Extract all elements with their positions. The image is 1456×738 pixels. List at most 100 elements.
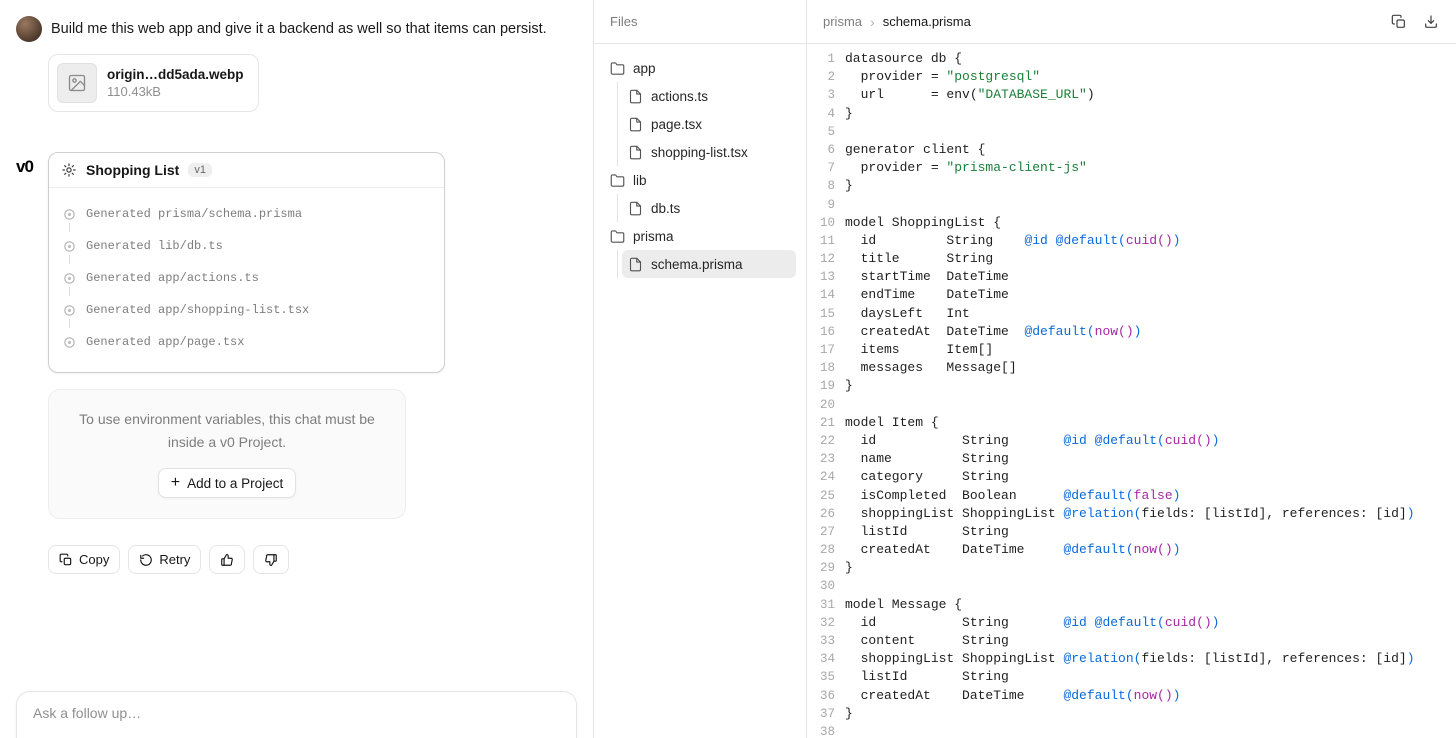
- thumbs-down-button[interactable]: [253, 545, 289, 574]
- code-line: 2 provider = "postgresql": [807, 68, 1456, 86]
- tree-file-shopping-list.tsx[interactable]: shopping-list.tsx: [622, 138, 796, 166]
- tree-file-actions.ts[interactable]: actions.ts: [622, 82, 796, 110]
- tree-folder-prisma[interactable]: prisma: [604, 222, 796, 250]
- code-line: 16 createdAt DateTime @default(now()): [807, 323, 1456, 341]
- v0-logo: v0: [16, 152, 48, 373]
- task-card-header[interactable]: Shopping List v1: [49, 153, 444, 188]
- code-line-content: title String: [835, 250, 993, 268]
- code-line: 9: [807, 196, 1456, 214]
- line-number: 19: [807, 377, 835, 395]
- breadcrumb-current[interactable]: schema.prisma: [883, 14, 971, 29]
- code-line-content: provider = "postgresql": [835, 68, 1040, 86]
- retry-label: Retry: [159, 552, 190, 567]
- copy-code-button[interactable]: [1390, 13, 1408, 31]
- tree-file-schema.prisma[interactable]: schema.prisma: [622, 250, 796, 278]
- folder-label: app: [633, 61, 656, 76]
- tree-file-page.tsx[interactable]: page.tsx: [622, 110, 796, 138]
- code-line: 15 daysLeft Int: [807, 305, 1456, 323]
- step-circle-icon: [63, 208, 76, 221]
- code-line-content: content String: [835, 632, 1009, 650]
- line-number: 26: [807, 505, 835, 523]
- code-line: 10model ShoppingList {: [807, 214, 1456, 232]
- user-message: Build me this web app and give it a back…: [16, 16, 577, 42]
- line-number: 13: [807, 268, 835, 286]
- line-number: 3: [807, 86, 835, 104]
- step-circle-icon: [63, 336, 76, 349]
- thumbs-up-button[interactable]: [209, 545, 245, 574]
- copy-button[interactable]: Copy: [48, 545, 120, 574]
- task-step[interactable]: Generated app/page.tsx: [49, 326, 444, 358]
- attachment-name: origin…dd5ada.webp: [107, 67, 244, 82]
- tree-folder-app[interactable]: app: [604, 54, 796, 82]
- line-number: 17: [807, 341, 835, 359]
- file-label: page.tsx: [651, 117, 702, 132]
- line-number: 36: [807, 687, 835, 705]
- code-line-content: shoppingList ShoppingList @relation(fiel…: [835, 650, 1415, 668]
- line-number: 4: [807, 105, 835, 123]
- tree-folder-lib[interactable]: lib: [604, 166, 796, 194]
- line-number: 11: [807, 232, 835, 250]
- project-notice-text: To use environment variables, this chat …: [71, 408, 383, 454]
- tree-children: db.ts: [617, 194, 796, 222]
- code-line-content: [835, 396, 845, 414]
- retry-icon: [139, 553, 153, 567]
- code-line-content: startTime DateTime: [835, 268, 1009, 286]
- code-line-content: id String @id @default(cuid()): [835, 232, 1180, 250]
- line-number: 32: [807, 614, 835, 632]
- attachment-size: 110.43kB: [107, 84, 244, 99]
- code-line-content: [835, 196, 845, 214]
- code-line-content: model ShoppingList {: [835, 214, 1001, 232]
- code-line: 8}: [807, 177, 1456, 195]
- breadcrumb-parent[interactable]: prisma: [823, 14, 862, 29]
- code-line-content: endTime DateTime: [835, 286, 1009, 304]
- image-icon: [67, 73, 87, 93]
- code-line-content: [835, 723, 845, 738]
- code-line: 3 url = env("DATABASE_URL"): [807, 86, 1456, 104]
- code-line-content: listId String: [835, 523, 1009, 541]
- task-step[interactable]: Generated lib/db.ts: [49, 230, 444, 262]
- line-number: 6: [807, 141, 835, 159]
- thumbs-down-icon: [264, 553, 278, 567]
- code-line: 25 isCompleted Boolean @default(false): [807, 487, 1456, 505]
- chevron-right-icon: ›: [867, 14, 878, 30]
- code-line: 37}: [807, 705, 1456, 723]
- download-button[interactable]: [1422, 13, 1440, 31]
- file-icon: [628, 201, 643, 216]
- task-step[interactable]: Generated app/shopping-list.tsx: [49, 294, 444, 326]
- files-panel-title: Files: [610, 14, 637, 29]
- add-to-project-button[interactable]: + Add to a Project: [158, 468, 296, 498]
- add-to-project-label: Add to a Project: [187, 476, 283, 491]
- task-step[interactable]: Generated app/actions.ts: [49, 262, 444, 294]
- line-number: 18: [807, 359, 835, 377]
- line-number: 34: [807, 650, 835, 668]
- message-actions: Copy Retry: [48, 545, 577, 574]
- folder-icon: [610, 61, 625, 76]
- code-line-content: id String @id @default(cuid()): [835, 614, 1219, 632]
- code-line: 13 startTime DateTime: [807, 268, 1456, 286]
- step-circle-icon: [63, 272, 76, 285]
- retry-button[interactable]: Retry: [128, 545, 201, 574]
- chat-panel: Build me this web app and give it a back…: [0, 0, 594, 738]
- line-number: 10: [807, 214, 835, 232]
- file-icon: [628, 145, 643, 160]
- file-label: db.ts: [651, 201, 680, 216]
- followup-input[interactable]: [16, 691, 577, 738]
- task-steps: Generated prisma/schema.prismaGenerated …: [49, 188, 444, 372]
- line-number: 38: [807, 723, 835, 738]
- task-step[interactable]: Generated prisma/schema.prisma: [49, 198, 444, 230]
- code-line-content: model Item {: [835, 414, 939, 432]
- code-line: 35 listId String: [807, 668, 1456, 686]
- code-line: 19}: [807, 377, 1456, 395]
- code-line: 33 content String: [807, 632, 1456, 650]
- step-label: Generated app/page.tsx: [86, 335, 244, 349]
- code-line: 32 id String @id @default(cuid()): [807, 614, 1456, 632]
- line-number: 20: [807, 396, 835, 414]
- code-line: 18 messages Message[]: [807, 359, 1456, 377]
- line-number: 14: [807, 286, 835, 304]
- tree-file-db.ts[interactable]: db.ts: [622, 194, 796, 222]
- assistant-response: v0 Shopping List v1 Generated prisma/sch…: [16, 152, 577, 373]
- code-line: 5: [807, 123, 1456, 141]
- attachment-card[interactable]: origin…dd5ada.webp 110.43kB: [48, 54, 259, 112]
- line-number: 8: [807, 177, 835, 195]
- line-number: 21: [807, 414, 835, 432]
